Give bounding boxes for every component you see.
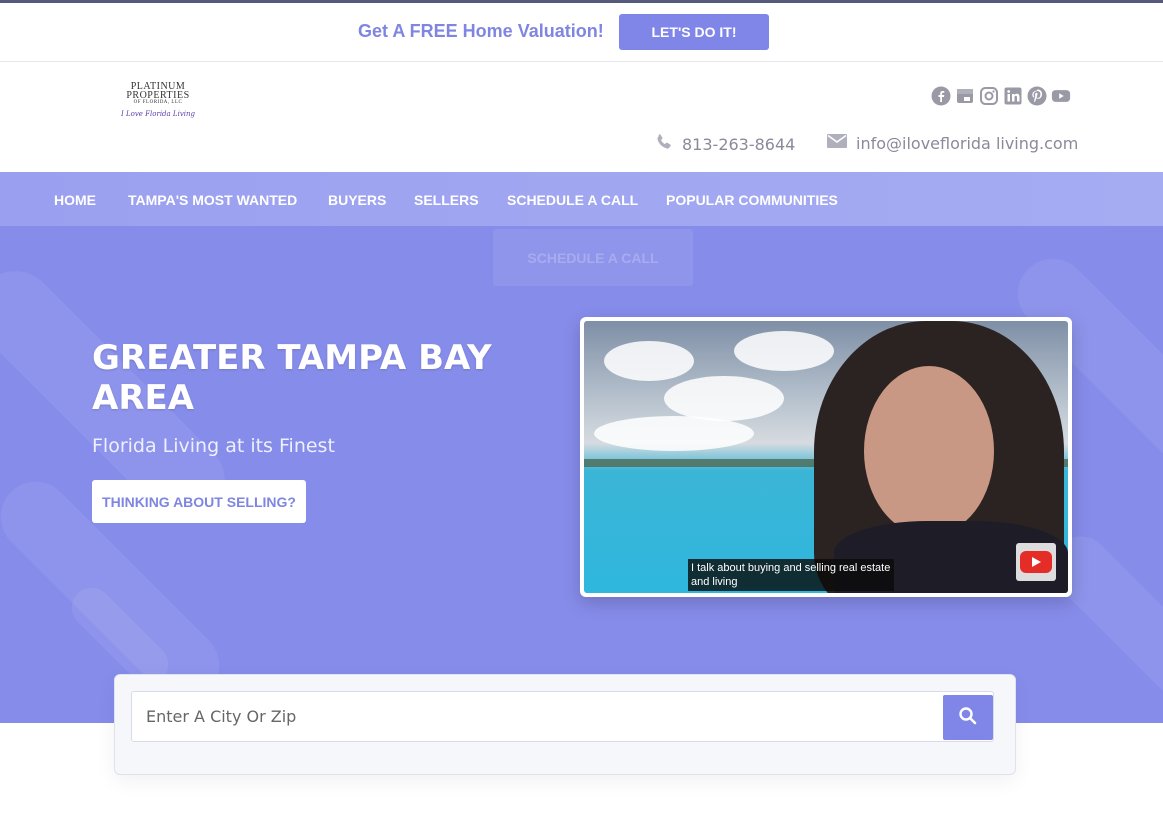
cloud-shape: [734, 331, 834, 371]
nav-dropdown-ghost: SCHEDULE A CALL: [493, 229, 693, 286]
nav-item-home[interactable]: HOME: [54, 192, 96, 208]
google-business-icon[interactable]: [955, 86, 975, 106]
promo-text: Get A FREE Home Valuation!: [358, 21, 604, 41]
phone-icon: [654, 132, 674, 156]
pinterest-icon[interactable]: [1027, 86, 1047, 106]
email-address: info@iloveflorida living.com: [856, 133, 1079, 153]
hero-section: SCHEDULE A CALL GREATER TAMPA BAY AREA F…: [0, 226, 1163, 723]
logo-signature: I Love Florida Living: [120, 110, 196, 118]
video-embed[interactable]: I talk about buying and selling real est…: [580, 317, 1072, 597]
youtube-play-icon[interactable]: [1016, 543, 1056, 581]
home-valuation-button[interactable]: LET'S DO IT!: [619, 14, 769, 50]
youtube-icon[interactable]: [1051, 86, 1071, 106]
mail-icon: [826, 132, 848, 154]
nav-item-popular-communities[interactable]: POPULAR COMMUNITIES: [666, 192, 838, 208]
social-links: [931, 86, 1071, 106]
city-zip-search-input[interactable]: [131, 691, 994, 742]
cloud-shape: [594, 416, 754, 451]
phone-number: 813-263-8644: [682, 134, 796, 154]
phone-link[interactable]: 813-263-8644: [654, 132, 795, 156]
site-header: PLATINUM PROPERTIES OF FLORIDA, LLC I Lo…: [0, 62, 1163, 172]
hero-title: GREATER TAMPA BAY AREA: [92, 338, 492, 418]
nav-item-tampas-most-wanted[interactable]: TAMPA'S MOST WANTED: [128, 192, 297, 208]
nav-item-sellers[interactable]: SELLERS: [414, 192, 479, 208]
logo-line-2: PROPERTIES: [126, 90, 190, 101]
cloud-shape: [664, 376, 784, 421]
promo-bar: Get A FREE Home Valuation! LET'S DO IT!: [0, 3, 1163, 62]
thinking-about-selling-button[interactable]: THINKING ABOUT SELLING?: [92, 480, 306, 523]
instagram-icon[interactable]: [979, 86, 999, 106]
hero-subtitle: Florida Living at its Finest: [92, 435, 335, 457]
video-caption: I talk about buying and selling real est…: [688, 559, 894, 591]
search-button[interactable]: [943, 695, 993, 740]
email-link[interactable]: info@iloveflorida living.com: [826, 132, 1078, 154]
nav-item-buyers[interactable]: BUYERS: [328, 192, 386, 208]
cloud-shape: [604, 341, 694, 381]
facebook-icon[interactable]: [931, 86, 951, 106]
search-icon: [958, 706, 978, 729]
main-nav: HOME TAMPA'S MOST WANTED BUYERS SELLERS …: [0, 172, 1163, 226]
video-thumbnail[interactable]: I talk about buying and selling real est…: [584, 321, 1068, 593]
site-logo[interactable]: PLATINUM PROPERTIES OF FLORIDA, LLC I Lo…: [118, 82, 198, 142]
nav-item-schedule-a-call[interactable]: SCHEDULE A CALL: [507, 192, 638, 208]
linkedin-icon[interactable]: [1003, 86, 1023, 106]
person-face: [864, 366, 994, 536]
